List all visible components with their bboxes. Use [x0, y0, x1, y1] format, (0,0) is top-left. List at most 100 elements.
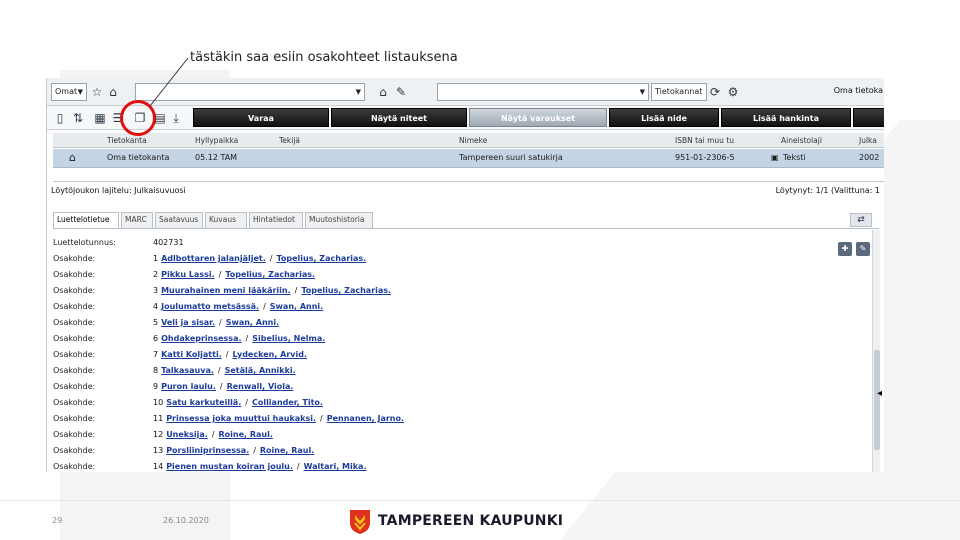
- subrecord-label: Osakohde:: [53, 286, 96, 295]
- table-row[interactable]: ⌂ Oma tietokanta 05.12 TAM Tampereen suu…: [53, 149, 884, 168]
- cell-shelf: 05.12 TAM: [195, 153, 238, 162]
- subrecord-number: 12: [153, 430, 164, 439]
- separator: /: [269, 254, 273, 263]
- highlight-circle: [120, 100, 156, 136]
- subrecord-title-link[interactable]: Katti Koljatti.: [161, 350, 222, 359]
- subrecord-title-link[interactable]: Joulumatto metsässä.: [161, 302, 259, 311]
- separator: /: [294, 286, 298, 295]
- subrecord-label: Osakohde:: [53, 318, 96, 327]
- subrecord-number: 7: [153, 350, 159, 359]
- col-material[interactable]: Aineistolaji: [781, 136, 822, 145]
- edit-icon[interactable]: ✎: [393, 84, 409, 100]
- col-database[interactable]: Tietokanta: [107, 136, 147, 145]
- subrecord-title-link[interactable]: Ohdakeprinsessa.: [161, 334, 241, 343]
- search-select-1[interactable]: ▼: [135, 83, 365, 101]
- subrecord-label: Osakohde:: [53, 270, 96, 279]
- subrecord-author-link[interactable]: Renwall, Viola.: [227, 382, 294, 391]
- subrecord-number: 14: [153, 462, 164, 471]
- subrecord-author-link[interactable]: Sibelius, Nelma.: [252, 334, 325, 343]
- subrecord-author-link[interactable]: Waltari, Mika.: [304, 462, 367, 471]
- tab-catalog-record[interactable]: Luettelotietue: [53, 212, 119, 229]
- col-year[interactable]: Julka: [859, 136, 877, 145]
- subrecord-number: 5: [153, 318, 159, 327]
- tab-history[interactable]: Muutoshistoria: [305, 212, 373, 228]
- subrecord-title-link[interactable]: Talkasauva.: [161, 366, 214, 375]
- library-icon[interactable]: ⌂: [105, 84, 121, 100]
- subrecord-title-link[interactable]: Muurahainen meni lääkäriin.: [161, 286, 291, 295]
- separator: /: [320, 414, 323, 423]
- subrecord-label: Osakohde:: [53, 462, 96, 471]
- library-icon: ⌂: [69, 151, 76, 164]
- grid-icon[interactable]: ▦: [91, 109, 109, 127]
- subrecord-author-link[interactable]: Swan, Anni.: [270, 302, 323, 311]
- tab-availability[interactable]: Saatavuus: [155, 212, 203, 228]
- subrecord-number: 4: [153, 302, 159, 311]
- export-icon[interactable]: ⤓: [167, 109, 185, 127]
- subrecord-author-link[interactable]: Roine, Raul.: [260, 446, 314, 455]
- subrecord-value: 3 Muurahainen meni lääkäriin. / Topelius, Z…: [153, 286, 391, 295]
- subrecord-value: 5 Veli ja sisar. / Swan, Anni.: [153, 318, 279, 327]
- col-author[interactable]: Tekijä: [279, 136, 300, 145]
- cell-isbn: 951-01-2306-5: [675, 153, 735, 162]
- subrecord-value: 11 Prinsessa joka muuttui haukaksi. / Penna…: [153, 414, 404, 423]
- panel-toggle-icon[interactable]: ⇄: [850, 213, 872, 227]
- subrecord-title-link[interactable]: Adlbottaren jalanjäljet.: [161, 254, 266, 263]
- col-isbn[interactable]: ISBN tai muu tu: [675, 136, 734, 145]
- sort-status: Löytöjoukon lajitelu: Julkaisuvuosi: [51, 186, 186, 195]
- omat-select[interactable]: Omat ▼: [51, 83, 87, 101]
- varaa-button[interactable]: Varaa: [193, 108, 329, 127]
- subrecord-title-link[interactable]: Puron laulu.: [161, 382, 216, 391]
- subrecord-title-link[interactable]: Prinsessa joka muuttui haukaksi.: [166, 414, 316, 423]
- subrecord-value: 14 Pienen mustan koiran joulu. / Waltari, M…: [153, 462, 366, 471]
- subrecord-author-link[interactable]: Colliander, Tito.: [252, 398, 323, 407]
- database-select[interactable]: Tietokannat: [651, 83, 707, 101]
- separator: /: [225, 350, 229, 359]
- tab-prices[interactable]: Hintatiedot: [249, 212, 303, 228]
- toolbar-overflow[interactable]: [853, 108, 884, 127]
- subrecord-title-link[interactable]: Veli ja sisar.: [161, 318, 215, 327]
- col-shelf[interactable]: Hyllypaikka: [195, 136, 238, 145]
- search-select-2[interactable]: ▼: [437, 83, 649, 101]
- subrecord-author-link[interactable]: Roine, Raul.: [219, 430, 273, 439]
- subrecord-title-link[interactable]: Uneksija.: [166, 430, 208, 439]
- subrecord-author-link[interactable]: Pennanen, Jarno.: [327, 414, 404, 423]
- subrecord-title-link[interactable]: Pikku Lassi.: [161, 270, 215, 279]
- subrecord-value: 10 Satu karkuteillä. / Colliander, Tito.: [153, 398, 323, 407]
- edit-icon[interactable]: ✎: [856, 242, 870, 256]
- star-icon[interactable]: ☆: [89, 84, 105, 100]
- tab-description[interactable]: Kuvaus: [205, 212, 247, 228]
- bookmark-icon[interactable]: ✚: [838, 242, 852, 256]
- subrecord-title-link[interactable]: Porsliiniprinsessa.: [166, 446, 249, 455]
- subrecord-value: 1 Adlbottaren jalanjäljet. / Topelius, Zach…: [153, 254, 366, 263]
- subrecord-author-link[interactable]: Topelius, Zacharias.: [276, 254, 366, 263]
- library-icon[interactable]: ⌂: [375, 84, 391, 100]
- add-copy-button[interactable]: Lisää nide: [609, 108, 719, 127]
- show-reservations-button[interactable]: Näytä varaukset: [469, 108, 607, 127]
- subrecord-label: Osakohde:: [53, 366, 96, 375]
- subrecord-title-link[interactable]: Pienen mustan koiran joulu.: [166, 462, 293, 471]
- sort-icon[interactable]: ⇅: [69, 109, 87, 127]
- subrecord-author-link[interactable]: Topelius, Zacharias.: [301, 286, 391, 295]
- subrecord-number: 9: [153, 382, 159, 391]
- refresh-icon[interactable]: ⟳: [707, 84, 723, 100]
- subrecord-label: Osakohde:: [53, 382, 96, 391]
- subrecord-label: Osakohde:: [53, 398, 96, 407]
- add-acquisition-button[interactable]: Lisää hankinta: [721, 108, 851, 127]
- scrollbar-thumb[interactable]: [874, 350, 880, 450]
- details-scrollbar[interactable]: [872, 230, 880, 472]
- subrecord-author-link[interactable]: Lydecken, Arvid.: [232, 350, 307, 359]
- record-actions: ✚ ✎: [834, 236, 870, 256]
- subrecord-author-link[interactable]: Swan, Anni.: [226, 318, 279, 327]
- tab-marc[interactable]: MARC: [121, 212, 153, 228]
- document-icon[interactable]: ▯: [51, 109, 69, 127]
- separator: /: [253, 446, 256, 455]
- subrecord-value: 6 Ohdakeprinsessa. / Sibelius, Nelma.: [153, 334, 325, 343]
- col-title[interactable]: Nimeke: [459, 136, 487, 145]
- catalog-id-label: Luettelotunnus:: [53, 238, 116, 247]
- subrecord-author-link[interactable]: Setälä, Annikki.: [225, 366, 296, 375]
- settings-icon[interactable]: ⚙: [725, 84, 741, 100]
- subrecord-title-link[interactable]: Satu karkuteillä.: [166, 398, 241, 407]
- subrecord-number: 6: [153, 334, 159, 343]
- subrecord-author-link[interactable]: Topelius, Zacharias.: [225, 270, 315, 279]
- show-copies-button[interactable]: Näytä niteet: [331, 108, 467, 127]
